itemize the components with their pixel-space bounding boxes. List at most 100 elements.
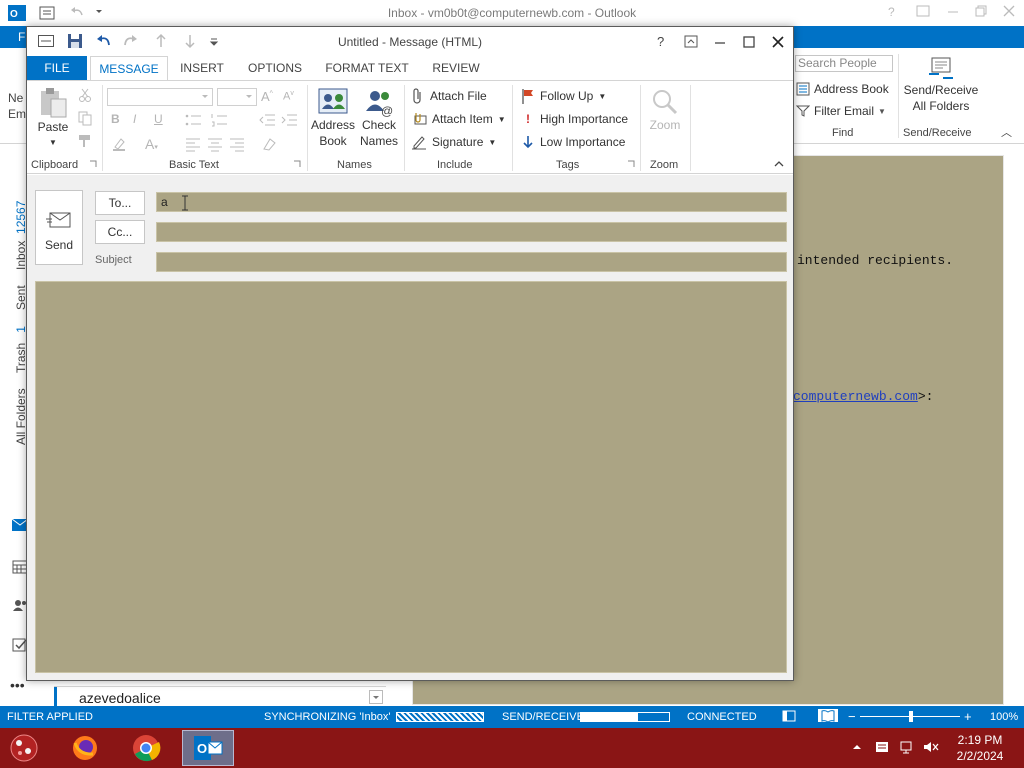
font-name-combo[interactable]	[107, 88, 213, 106]
cc-button[interactable]: Cc...	[95, 220, 145, 244]
decrease-indent-icon[interactable]	[259, 112, 277, 128]
follow-up-button[interactable]: Follow Up ▼	[521, 86, 606, 106]
font-color-icon[interactable]: A▾	[145, 136, 158, 152]
zoom-in-icon[interactable]: +	[964, 709, 972, 724]
restore-icon[interactable]	[974, 4, 988, 18]
new-email-button[interactable]: Ne Em	[8, 90, 26, 122]
zoom-group-label: Zoom	[650, 159, 679, 171]
cut-icon[interactable]	[77, 87, 93, 103]
minimize-icon[interactable]	[946, 4, 960, 18]
show-hidden-icons[interactable]	[852, 742, 862, 752]
action-center-icon[interactable]	[874, 739, 890, 755]
paste-button[interactable]: Paste ▼	[33, 87, 73, 151]
zoom-out-icon[interactable]: −	[848, 709, 856, 724]
grow-font-icon[interactable]: A^	[261, 89, 273, 104]
normal-view-icon[interactable]	[782, 710, 796, 722]
align-center-icon[interactable]	[207, 136, 223, 152]
address-book-button[interactable]: Address Book	[796, 78, 896, 100]
align-right-icon[interactable]	[229, 136, 245, 152]
filter-status[interactable]: FILTER APPLIED	[7, 711, 93, 723]
address-book-button[interactable]: Address Book	[311, 87, 355, 149]
volume-muted-icon[interactable]	[922, 739, 940, 755]
to-field[interactable]: a	[156, 192, 787, 212]
tags-launcher-icon[interactable]	[627, 160, 635, 168]
attach-file-label: Attach File	[430, 89, 487, 103]
folder-list-item[interactable]: azevedoalice	[54, 686, 386, 709]
copy-icon[interactable]	[77, 110, 93, 126]
attach-file-button[interactable]: Attach File	[411, 86, 487, 106]
clipboard-group-label: Clipboard	[31, 159, 79, 171]
find-group: Address Book Filter Email ▼	[796, 78, 896, 122]
font-size-combo[interactable]	[217, 88, 257, 106]
send-receive-all-folders-button[interactable]: Send/Receive All Folders	[900, 54, 982, 114]
underline-icon[interactable]: U	[154, 112, 163, 126]
bullets-icon[interactable]	[185, 112, 209, 128]
subject-field[interactable]	[156, 252, 787, 272]
ribbon-display-icon[interactable]	[916, 4, 930, 18]
numbering-icon[interactable]	[211, 112, 235, 128]
tab-message[interactable]: MESSAGE	[90, 56, 168, 81]
check-names-label-2: Names	[359, 134, 398, 148]
clipboard-launcher-icon[interactable]	[89, 160, 97, 168]
signature-label: Signature	[432, 135, 484, 149]
tab-file[interactable]: FILE	[27, 56, 87, 80]
close-icon[interactable]	[771, 35, 785, 49]
tab-format-text[interactable]: FORMAT TEXT	[317, 56, 417, 80]
attach-item-button[interactable]: Attach Item ▼	[411, 109, 506, 129]
help-icon[interactable]: ?	[888, 5, 895, 19]
bold-icon[interactable]: B	[111, 112, 120, 126]
more-modules-icon[interactable]: •••	[10, 677, 25, 693]
tags-group-label: Tags	[556, 159, 580, 171]
status-bar: FILTER APPLIED SYNCHRONIZING 'Inbox' SEN…	[0, 706, 1024, 728]
tab-options[interactable]: OPTIONS	[239, 56, 311, 80]
highlight-icon[interactable]	[111, 136, 129, 152]
send-receive-progress-fill	[581, 713, 639, 721]
shrink-font-icon[interactable]: Av	[283, 90, 294, 103]
align-left-icon[interactable]	[185, 136, 201, 152]
email-link[interactable]: computernewb.com	[793, 389, 918, 404]
chrome-taskbar-button[interactable]	[122, 730, 170, 766]
divider	[898, 54, 899, 138]
divider	[512, 85, 513, 171]
find-group-label: Find	[832, 127, 854, 139]
basic-text-launcher-icon[interactable]	[293, 160, 301, 168]
ribbon-display-options-icon[interactable]	[684, 35, 698, 49]
divider	[307, 85, 308, 171]
check-names-button[interactable]: @ Check Names	[357, 87, 401, 149]
firefox-taskbar-button[interactable]	[61, 730, 109, 766]
zoom-button[interactable]: Zoom	[645, 87, 685, 133]
clear-formatting-icon[interactable]	[261, 136, 279, 152]
collapse-ribbon-icon[interactable]	[773, 159, 785, 169]
format-painter-icon[interactable]	[77, 133, 93, 149]
zoom-level[interactable]: 100%	[990, 711, 1018, 723]
taskbar-clock[interactable]: 2:19 PM 2/2/2024	[940, 732, 1020, 764]
file-tab[interactable]: F	[18, 30, 25, 44]
tab-insert[interactable]: INSERT	[171, 56, 233, 80]
help-icon[interactable]: ?	[657, 34, 664, 49]
close-icon[interactable]	[1002, 4, 1016, 18]
search-people-input[interactable]: Search People	[795, 55, 893, 72]
reading-view-icon[interactable]	[818, 709, 838, 722]
new-email-label-2: Em	[8, 107, 26, 121]
network-icon[interactable]	[899, 739, 915, 755]
maximize-icon[interactable]	[742, 35, 756, 49]
message-body-editor[interactable]	[35, 281, 787, 673]
italic-icon[interactable]: I	[133, 112, 136, 126]
signature-button[interactable]: Signature ▼	[411, 132, 496, 152]
start-button[interactable]	[0, 730, 48, 766]
collapse-ribbon-icon[interactable]: ︿	[1001, 124, 1012, 140]
reading-pane-scrollbar[interactable]	[1004, 155, 1020, 705]
outlook-taskbar-button[interactable]: O	[182, 730, 234, 766]
address-book-icon	[796, 82, 810, 96]
tab-review[interactable]: REVIEW	[423, 56, 489, 80]
cc-field[interactable]	[156, 222, 787, 242]
zoom-slider-thumb[interactable]	[909, 711, 913, 722]
minimize-icon[interactable]	[713, 35, 727, 49]
high-importance-button[interactable]: ! High Importance	[521, 109, 628, 129]
dropdown-button[interactable]	[369, 690, 383, 704]
low-importance-button[interactable]: Low Importance	[521, 132, 625, 152]
increase-indent-icon[interactable]	[281, 112, 299, 128]
send-button[interactable]: Send	[35, 190, 83, 265]
filter-email-button[interactable]: Filter Email ▼	[796, 100, 896, 122]
to-button[interactable]: To...	[95, 191, 145, 215]
